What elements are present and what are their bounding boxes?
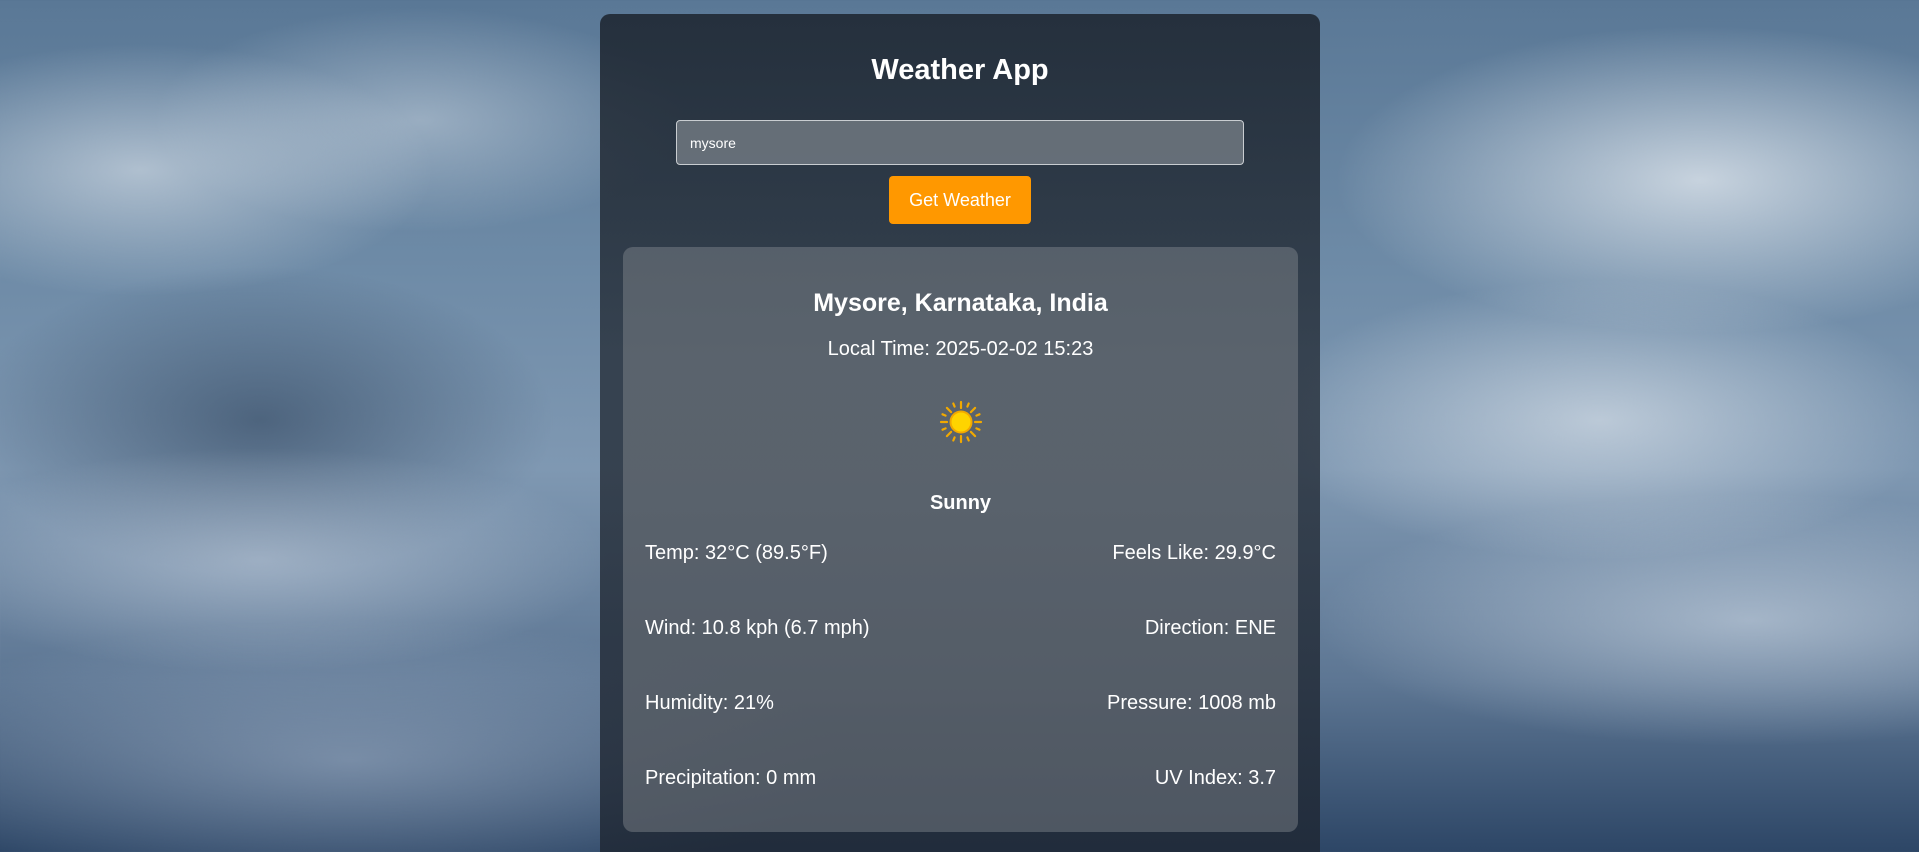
feels-like-stat: Feels Like: 29.9°C <box>1112 542 1276 564</box>
local-time: Local Time: 2025-02-02 15:23 <box>827 338 1094 360</box>
weather-card: Weather App Get Weather Mysore, Karnatak… <box>600 14 1320 852</box>
precipitation-stat: Precipitation: 0 mm <box>645 767 817 789</box>
uv-index-stat: UV Index: 3.7 <box>1154 767 1276 789</box>
app-title: Weather App <box>871 54 1049 86</box>
wind-direction-stat: Direction: ENE <box>1144 617 1276 639</box>
humidity-stat: Humidity: 21% <box>645 692 774 714</box>
get-weather-button[interactable]: Get Weather <box>889 176 1031 224</box>
location-heading: Mysore, Karnataka, India <box>813 289 1108 317</box>
wind-stat: Wind: 10.8 kph (6.7 mph) <box>645 617 870 639</box>
temperature-stat: Temp: 32°C (89.5°F) <box>645 542 828 564</box>
sun-icon <box>939 400 983 444</box>
pressure-stat: Pressure: 1008 mb <box>1107 692 1276 714</box>
weather-condition: Sunny <box>929 492 992 514</box>
weather-result-panel: Mysore, Karnataka, India Local Time: 202… <box>623 247 1298 832</box>
city-search-input[interactable] <box>676 120 1244 165</box>
